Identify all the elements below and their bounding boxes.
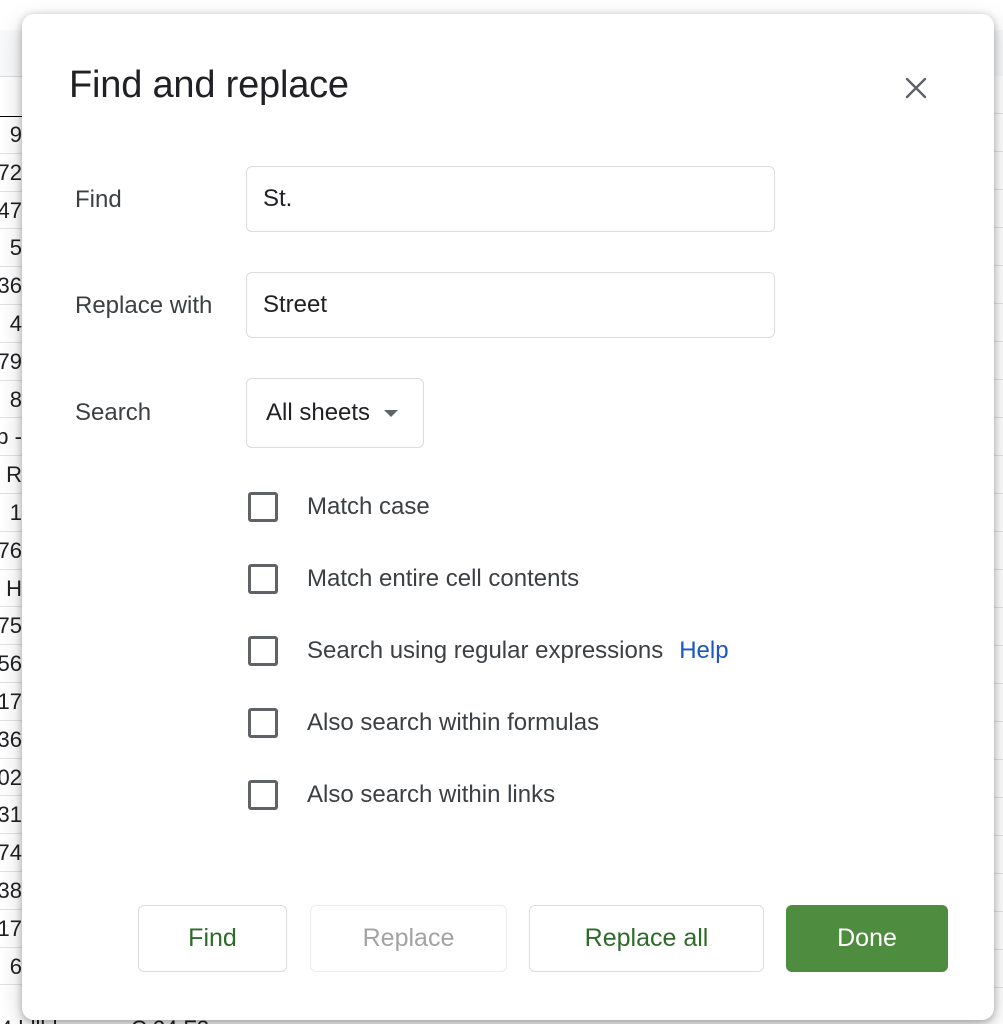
caret-down-icon (384, 409, 399, 417)
sheet-cell[interactable]: 38 (0, 872, 22, 910)
search-scope-dropdown[interactable]: All sheets (246, 378, 424, 448)
search-formulas-checkbox[interactable] (248, 708, 278, 738)
close-icon (905, 77, 927, 99)
sheet-cell[interactable]: 5 (0, 229, 22, 268)
search-scope-value: All sheets (266, 399, 371, 426)
sheet-cell[interactable]: 36 (0, 267, 22, 305)
close-button[interactable] (898, 70, 934, 106)
search-formulas-label[interactable]: Also search within formulas (307, 709, 599, 737)
sheet-cell[interactable]: 02 (0, 759, 22, 797)
regex-checkbox[interactable] (248, 636, 278, 666)
regex-label[interactable]: Search using regular expressions (307, 637, 663, 665)
sheet-row-header-top (0, 76, 22, 117)
match-entire-cell-label[interactable]: Match entire cell contents (307, 565, 579, 593)
find-input[interactable] (246, 166, 775, 232)
sheet-cell[interactable]: - p (0, 418, 22, 457)
sheet-cell[interactable]: 56 (0, 645, 22, 683)
sheet-cell[interactable]: 36 (0, 721, 22, 759)
replace-input[interactable] (246, 272, 775, 338)
search-links-label[interactable]: Also search within links (307, 781, 555, 809)
sheet-cell[interactable]: H (0, 570, 22, 608)
sheet-cell[interactable]: 47 (0, 192, 22, 230)
sheet-cell[interactable]: 8 (0, 381, 22, 419)
option-match-case: Match case (246, 487, 430, 527)
match-entire-cell-checkbox[interactable] (248, 564, 278, 594)
replace-button[interactable]: Replace (310, 905, 507, 972)
sheet-cell[interactable]: 4 (0, 305, 22, 343)
sheet-cell[interactable]: 9 (0, 116, 22, 154)
search-links-checkbox[interactable] (248, 780, 278, 810)
find-label: Find (75, 186, 122, 213)
sheet-cell[interactable]: R (0, 456, 22, 494)
sheet-cell[interactable]: 6 (0, 948, 22, 986)
search-scope-label: Search (75, 399, 152, 426)
done-button[interactable]: Done (786, 905, 948, 972)
replace-all-button[interactable]: Replace all (529, 905, 764, 972)
option-regex: Search using regular expressions Help (246, 631, 729, 671)
sheet-cell[interactable]: 17 (0, 910, 22, 948)
sheet-cell[interactable]: 72 (0, 154, 22, 192)
sheet-cell[interactable]: 17 (0, 683, 22, 721)
sheet-right-column (993, 76, 1003, 1024)
replace-label: Replace with (75, 292, 213, 319)
sheet-cell[interactable]: 79 (0, 343, 22, 381)
find-replace-dialog: Find and replace Find Replace with Searc… (22, 14, 994, 1020)
sheet-cell[interactable]: 76 (0, 532, 22, 570)
dialog-title: Find and replace (69, 64, 349, 106)
sheet-cell[interactable]: 74 (0, 834, 22, 872)
sheet-cell[interactable]: 1 (0, 494, 22, 532)
match-case-checkbox[interactable] (248, 492, 278, 522)
match-case-label[interactable]: Match case (307, 493, 430, 521)
find-button[interactable]: Find (138, 905, 287, 972)
option-search-formulas: Also search within formulas (246, 703, 599, 743)
sheet-cell[interactable]: 75 (0, 607, 22, 646)
regex-help-link[interactable]: Help (679, 637, 728, 665)
sheet-left-column: 9 72 47 5 36 4 79 8 - p R 1 76 H 75 56 1… (0, 116, 22, 986)
sheet-cell[interactable]: 31 (0, 796, 22, 835)
option-match-entire-cell: Match entire cell contents (246, 559, 579, 599)
option-search-links: Also search within links (246, 775, 555, 815)
